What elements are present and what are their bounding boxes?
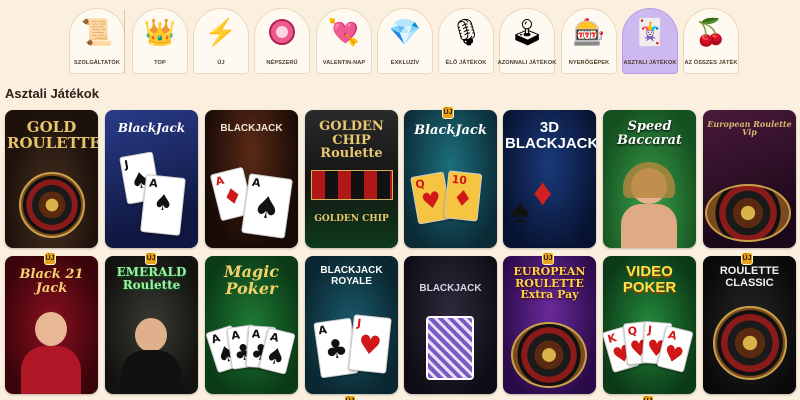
roulette-wheel-icon [705, 184, 791, 242]
crown-icon: 👑 [143, 17, 177, 47]
lightning-icon: ⚡ [204, 17, 238, 47]
category-providers[interactable]: 📜 SZOLGÁLTATÓK [69, 8, 125, 74]
game-tile-blackjack-3[interactable]: BlackJack Q ♥ 10 ♦ [404, 110, 497, 248]
microphone-icon: 🎙 [449, 17, 483, 47]
dealer-avatar [135, 318, 167, 352]
scroll-icon: 📜 [80, 17, 114, 47]
dealer-body [21, 346, 81, 394]
game-tile-european-roulette-extra-pay[interactable]: EUROPEAN ROULETTE Extra Pay [503, 256, 596, 394]
category-divider [124, 10, 125, 74]
category-slots[interactable]: 🎰 NYERŐGÉPEK [561, 8, 617, 74]
new-badge: ÚJ [442, 106, 454, 119]
card-back-icon [426, 316, 474, 380]
cards-icon: 🃏 [633, 17, 667, 47]
category-exclusive[interactable]: 💎 EXKLUZÍV [377, 8, 433, 74]
playing-card: A ♠ [140, 174, 186, 236]
section-title: Asztali Játékok [5, 86, 99, 101]
category-bar: 📜 SZOLGÁLTATÓK 👑 TOP ⚡ ÚJ NÉPSZERŰ 💘 VAL… [0, 0, 800, 80]
dealer-avatar [35, 312, 67, 346]
game-tile-golden-chip-roulette[interactable]: GOLDEN CHIP Roulette GOLDEN CHIP [305, 110, 398, 248]
playing-card: 10 ♦ [443, 170, 483, 222]
game-tile-blackjack-1[interactable]: BlackJack J ♠ A ♠ [105, 110, 198, 248]
game-tile-black-21-jack[interactable]: Black 21 Jack [5, 256, 98, 394]
chip-icon [255, 15, 309, 49]
game-tile-speed-baccarat[interactable]: Speed Baccarat [603, 110, 696, 248]
category-top[interactable]: 👑 TOP [132, 8, 188, 74]
new-badge: ÚJ [542, 252, 554, 265]
new-badge: ÚJ [44, 252, 56, 265]
joystick-icon: 🕹 [510, 17, 544, 47]
diamond-suit-icon: ♦ [533, 172, 553, 214]
category-instant-games[interactable]: 🕹 AZONNALI JÁTÉKOK [498, 8, 556, 74]
game-tile-blackjack-4[interactable]: BLACKJACK [404, 256, 497, 394]
number-grid [311, 170, 393, 200]
category-popular[interactable]: NÉPSZERŰ [254, 8, 310, 74]
dealer-body [621, 204, 677, 248]
new-badge: ÚJ [344, 395, 356, 400]
playing-card: J ♥ [348, 314, 392, 374]
game-tile-emerald-roulette[interactable]: EMERALD Roulette [105, 256, 198, 394]
new-badge: ÚJ [741, 252, 753, 265]
dealer-body [121, 350, 181, 394]
diamond-icon: 💎 [388, 17, 422, 47]
game-tile-gold-roulette[interactable]: GOLD ROULETTE [5, 110, 98, 248]
game-tile-roulette-classic[interactable]: ROULETTE CLASSIC [703, 256, 796, 394]
roulette-wheel-icon [511, 322, 587, 388]
category-all-games[interactable]: 🍒 AZ ÖSSZES JÁTÉK [683, 8, 739, 74]
category-new[interactable]: ⚡ ÚJ [193, 8, 249, 74]
game-tile-magic-poker[interactable]: Magic Poker A ♠ A ♣ A ♣ A ♠ [205, 256, 298, 394]
roulette-wheel-icon [19, 172, 85, 238]
playing-card: A ♠ [241, 173, 293, 239]
roulette-wheel-icon [713, 306, 787, 380]
game-tile-european-roulette-vip[interactable]: European Roulette Vip [703, 110, 796, 248]
game-tile-blackjack-royale[interactable]: BLACKJACK ROYALE A ♣ J ♥ [305, 256, 398, 394]
new-badge: ÚJ [642, 395, 654, 400]
category-live-games[interactable]: 🎙 ÉLŐ JÁTÉKOK [438, 8, 494, 74]
game-tile-3d-blackjack[interactable]: 3D BLACKJACK ♦ ♠ [503, 110, 596, 248]
slot-machine-icon: 🎰 [572, 17, 606, 47]
heart-icon: 💘 [327, 17, 361, 47]
game-tile-blackjack-2[interactable]: BLACKJACK A ♦ A ♠ [205, 110, 298, 248]
new-badge: ÚJ [145, 252, 157, 265]
spade-suit-icon: ♠ [511, 192, 530, 230]
game-tile-video-poker[interactable]: VIDEO POKER K ♥ Q ♥ J ♥ A ♥ [603, 256, 696, 394]
category-table-games[interactable]: 🃏 ASZTALI JÁTÉKOK [622, 8, 678, 74]
category-valentines[interactable]: 💘 VALENTIN-NAP [316, 8, 372, 74]
cherry-icon: 🍒 [694, 17, 728, 47]
